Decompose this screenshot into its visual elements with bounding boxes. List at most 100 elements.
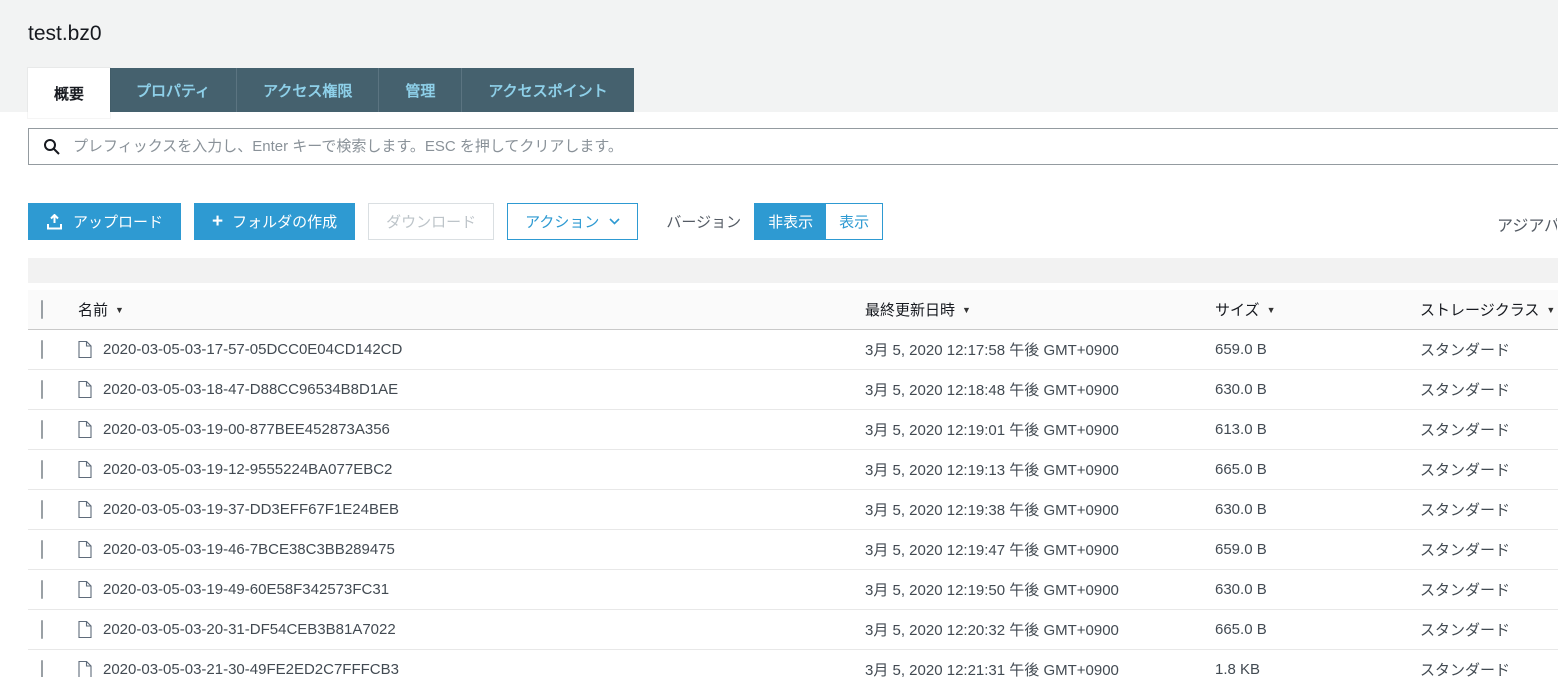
chevron-down-icon	[609, 218, 620, 225]
tab-access-points[interactable]: アクセスポイント	[462, 68, 634, 112]
table-row: 2020-03-05-03-18-47-D88CC96534B8D1AE 3月 …	[28, 370, 1558, 410]
row-checkbox[interactable]	[41, 340, 43, 359]
object-modified: 3月 5, 2020 12:19:13 午後 GMT+0900	[865, 462, 1119, 479]
column-header-name-label: 名前	[78, 302, 109, 319]
object-storage-class: スタンダード	[1420, 422, 1511, 439]
tab-properties-label: プロパティ	[136, 82, 211, 100]
row-checkbox[interactable]	[41, 460, 43, 479]
versions-label: バージョン	[666, 214, 742, 231]
sort-arrow-icon: ▼	[1546, 304, 1556, 315]
upload-button-label: アップロード	[73, 214, 164, 231]
table-row: 2020-03-05-03-20-31-DF54CEB3B81A7022 3月 …	[28, 610, 1558, 650]
actions-button[interactable]: アクション	[507, 203, 639, 240]
row-checkbox[interactable]	[41, 420, 43, 439]
column-header-name[interactable]: 名前 ▼	[78, 299, 865, 320]
table-row: 2020-03-05-03-19-49-60E58F342573FC31 3月 …	[28, 570, 1558, 610]
file-icon	[78, 661, 92, 677]
row-checkbox[interactable]	[41, 380, 43, 399]
objects-table: 名前 ▼ 最終更新日時 ▼ サイズ ▼ ストレージクラス ▼ 2020-03-0…	[28, 290, 1558, 677]
object-storage-class: スタンダード	[1420, 382, 1511, 399]
download-button: ダウンロード	[368, 203, 495, 240]
column-header-modified-label: 最終更新日時	[865, 302, 956, 319]
tab-properties[interactable]: プロパティ	[110, 68, 238, 112]
object-table-body: 2020-03-05-03-17-57-05DCC0E04CD142CD 3月 …	[28, 330, 1558, 677]
column-header-size-label: サイズ	[1215, 302, 1260, 319]
object-modified: 3月 5, 2020 12:19:47 午後 GMT+0900	[865, 542, 1119, 559]
tab-permissions[interactable]: アクセス権限	[237, 68, 380, 112]
upload-button[interactable]: アップロード	[28, 203, 182, 240]
tab-access-points-label: アクセスポイント	[488, 82, 608, 100]
object-size: 659.0 B	[1215, 341, 1267, 358]
object-modified: 3月 5, 2020 12:19:50 午後 GMT+0900	[865, 582, 1119, 599]
select-all-checkbox[interactable]	[41, 300, 43, 319]
row-checkbox[interactable]	[41, 660, 43, 677]
search-icon	[44, 139, 60, 155]
object-size: 665.0 B	[1215, 621, 1267, 638]
object-storage-class: スタンダード	[1420, 662, 1511, 677]
object-storage-class: スタンダード	[1420, 542, 1511, 559]
upload-icon	[47, 213, 62, 229]
row-checkbox[interactable]	[41, 580, 43, 599]
file-icon	[78, 461, 92, 478]
object-toolbar: アップロード + フォルダの作成 ダウンロード アクション バージョン 非表示 …	[28, 203, 884, 240]
sort-arrow-icon: ▼	[115, 304, 124, 315]
row-checkbox[interactable]	[41, 620, 43, 639]
object-name-link[interactable]: 2020-03-05-03-19-37-DD3EFF67F1E24BEB	[103, 501, 399, 518]
object-size: 630.0 B	[1215, 581, 1267, 598]
tab-overview[interactable]: 概要	[28, 68, 111, 118]
tab-management-label: 管理	[405, 82, 436, 100]
file-icon	[78, 381, 92, 398]
object-size: 665.0 B	[1215, 461, 1267, 478]
row-checkbox[interactable]	[41, 540, 43, 559]
object-name-link[interactable]: 2020-03-05-03-18-47-D88CC96534B8D1AE	[103, 381, 398, 398]
search-input[interactable]	[73, 138, 1553, 155]
object-modified: 3月 5, 2020 12:21:31 午後 GMT+0900	[865, 662, 1119, 677]
file-icon	[78, 421, 92, 438]
tab-permissions-label: アクセス権限	[263, 82, 353, 100]
object-name-link[interactable]: 2020-03-05-03-19-46-7BCE38C3BB289475	[103, 541, 395, 558]
object-storage-class: スタンダード	[1420, 462, 1511, 479]
object-modified: 3月 5, 2020 12:19:38 午後 GMT+0900	[865, 502, 1119, 519]
prefix-search-bar	[28, 128, 1558, 165]
versions-show-label: 表示	[839, 214, 870, 231]
column-header-size[interactable]: サイズ ▼	[1215, 299, 1420, 320]
actions-button-label: アクション	[525, 214, 600, 231]
column-header-storage-class[interactable]: ストレージクラス ▼	[1420, 299, 1558, 320]
column-header-modified[interactable]: 最終更新日時 ▼	[865, 299, 1215, 320]
row-checkbox[interactable]	[41, 500, 43, 519]
object-name-link[interactable]: 2020-03-05-03-21-30-49FE2ED2C7FFFCB3	[103, 661, 399, 677]
page-header: test.bz0 概要 プロパティ アクセス権限 管理 アクセスポイント	[0, 0, 1558, 118]
table-row: 2020-03-05-03-19-46-7BCE38C3BB289475 3月 …	[28, 530, 1558, 570]
object-modified: 3月 5, 2020 12:19:01 午後 GMT+0900	[865, 422, 1119, 439]
object-storage-class: スタンダード	[1420, 582, 1511, 599]
region-label: アジアパ	[1497, 218, 1557, 235]
object-name-link[interactable]: 2020-03-05-03-17-57-05DCC0E04CD142CD	[103, 341, 402, 358]
object-size: 1.8 KB	[1215, 661, 1261, 677]
tab-overview-label: 概要	[54, 85, 85, 103]
object-size: 613.0 B	[1215, 421, 1267, 438]
object-name-link[interactable]: 2020-03-05-03-20-31-DF54CEB3B81A7022	[103, 621, 396, 638]
create-folder-button[interactable]: + フォルダの作成	[194, 203, 356, 240]
table-row: 2020-03-05-03-19-37-DD3EFF67F1E24BEB 3月 …	[28, 490, 1558, 530]
tab-bar: 概要 プロパティ アクセス権限 管理 アクセスポイント	[28, 68, 634, 118]
file-icon	[78, 341, 92, 358]
object-modified: 3月 5, 2020 12:17:58 午後 GMT+0900	[865, 342, 1119, 359]
object-name-link[interactable]: 2020-03-05-03-19-12-9555224BA077EBC2	[103, 461, 392, 478]
plus-icon: +	[212, 211, 224, 232]
object-name-link[interactable]: 2020-03-05-03-19-00-877BEE452873A356	[103, 421, 390, 438]
versions-hide-toggle[interactable]: 非表示	[755, 204, 827, 239]
file-icon	[78, 621, 92, 638]
versions-show-toggle[interactable]: 表示	[826, 204, 883, 239]
object-name-link[interactable]: 2020-03-05-03-19-49-60E58F342573FC31	[103, 581, 389, 598]
object-size: 630.0 B	[1215, 381, 1267, 398]
object-storage-class: スタンダード	[1420, 502, 1511, 519]
table-row: 2020-03-05-03-19-12-9555224BA077EBC2 3月 …	[28, 450, 1558, 490]
file-icon	[78, 541, 92, 558]
create-folder-button-label: フォルダの作成	[232, 214, 338, 231]
column-header-storage-class-label: ストレージクラス	[1420, 302, 1540, 319]
object-modified: 3月 5, 2020 12:18:48 午後 GMT+0900	[865, 382, 1119, 399]
versions-hide-label: 非表示	[768, 214, 814, 231]
sort-arrow-icon: ▼	[962, 304, 971, 315]
tab-management[interactable]: 管理	[379, 68, 463, 112]
sort-arrow-icon: ▼	[1266, 304, 1276, 315]
